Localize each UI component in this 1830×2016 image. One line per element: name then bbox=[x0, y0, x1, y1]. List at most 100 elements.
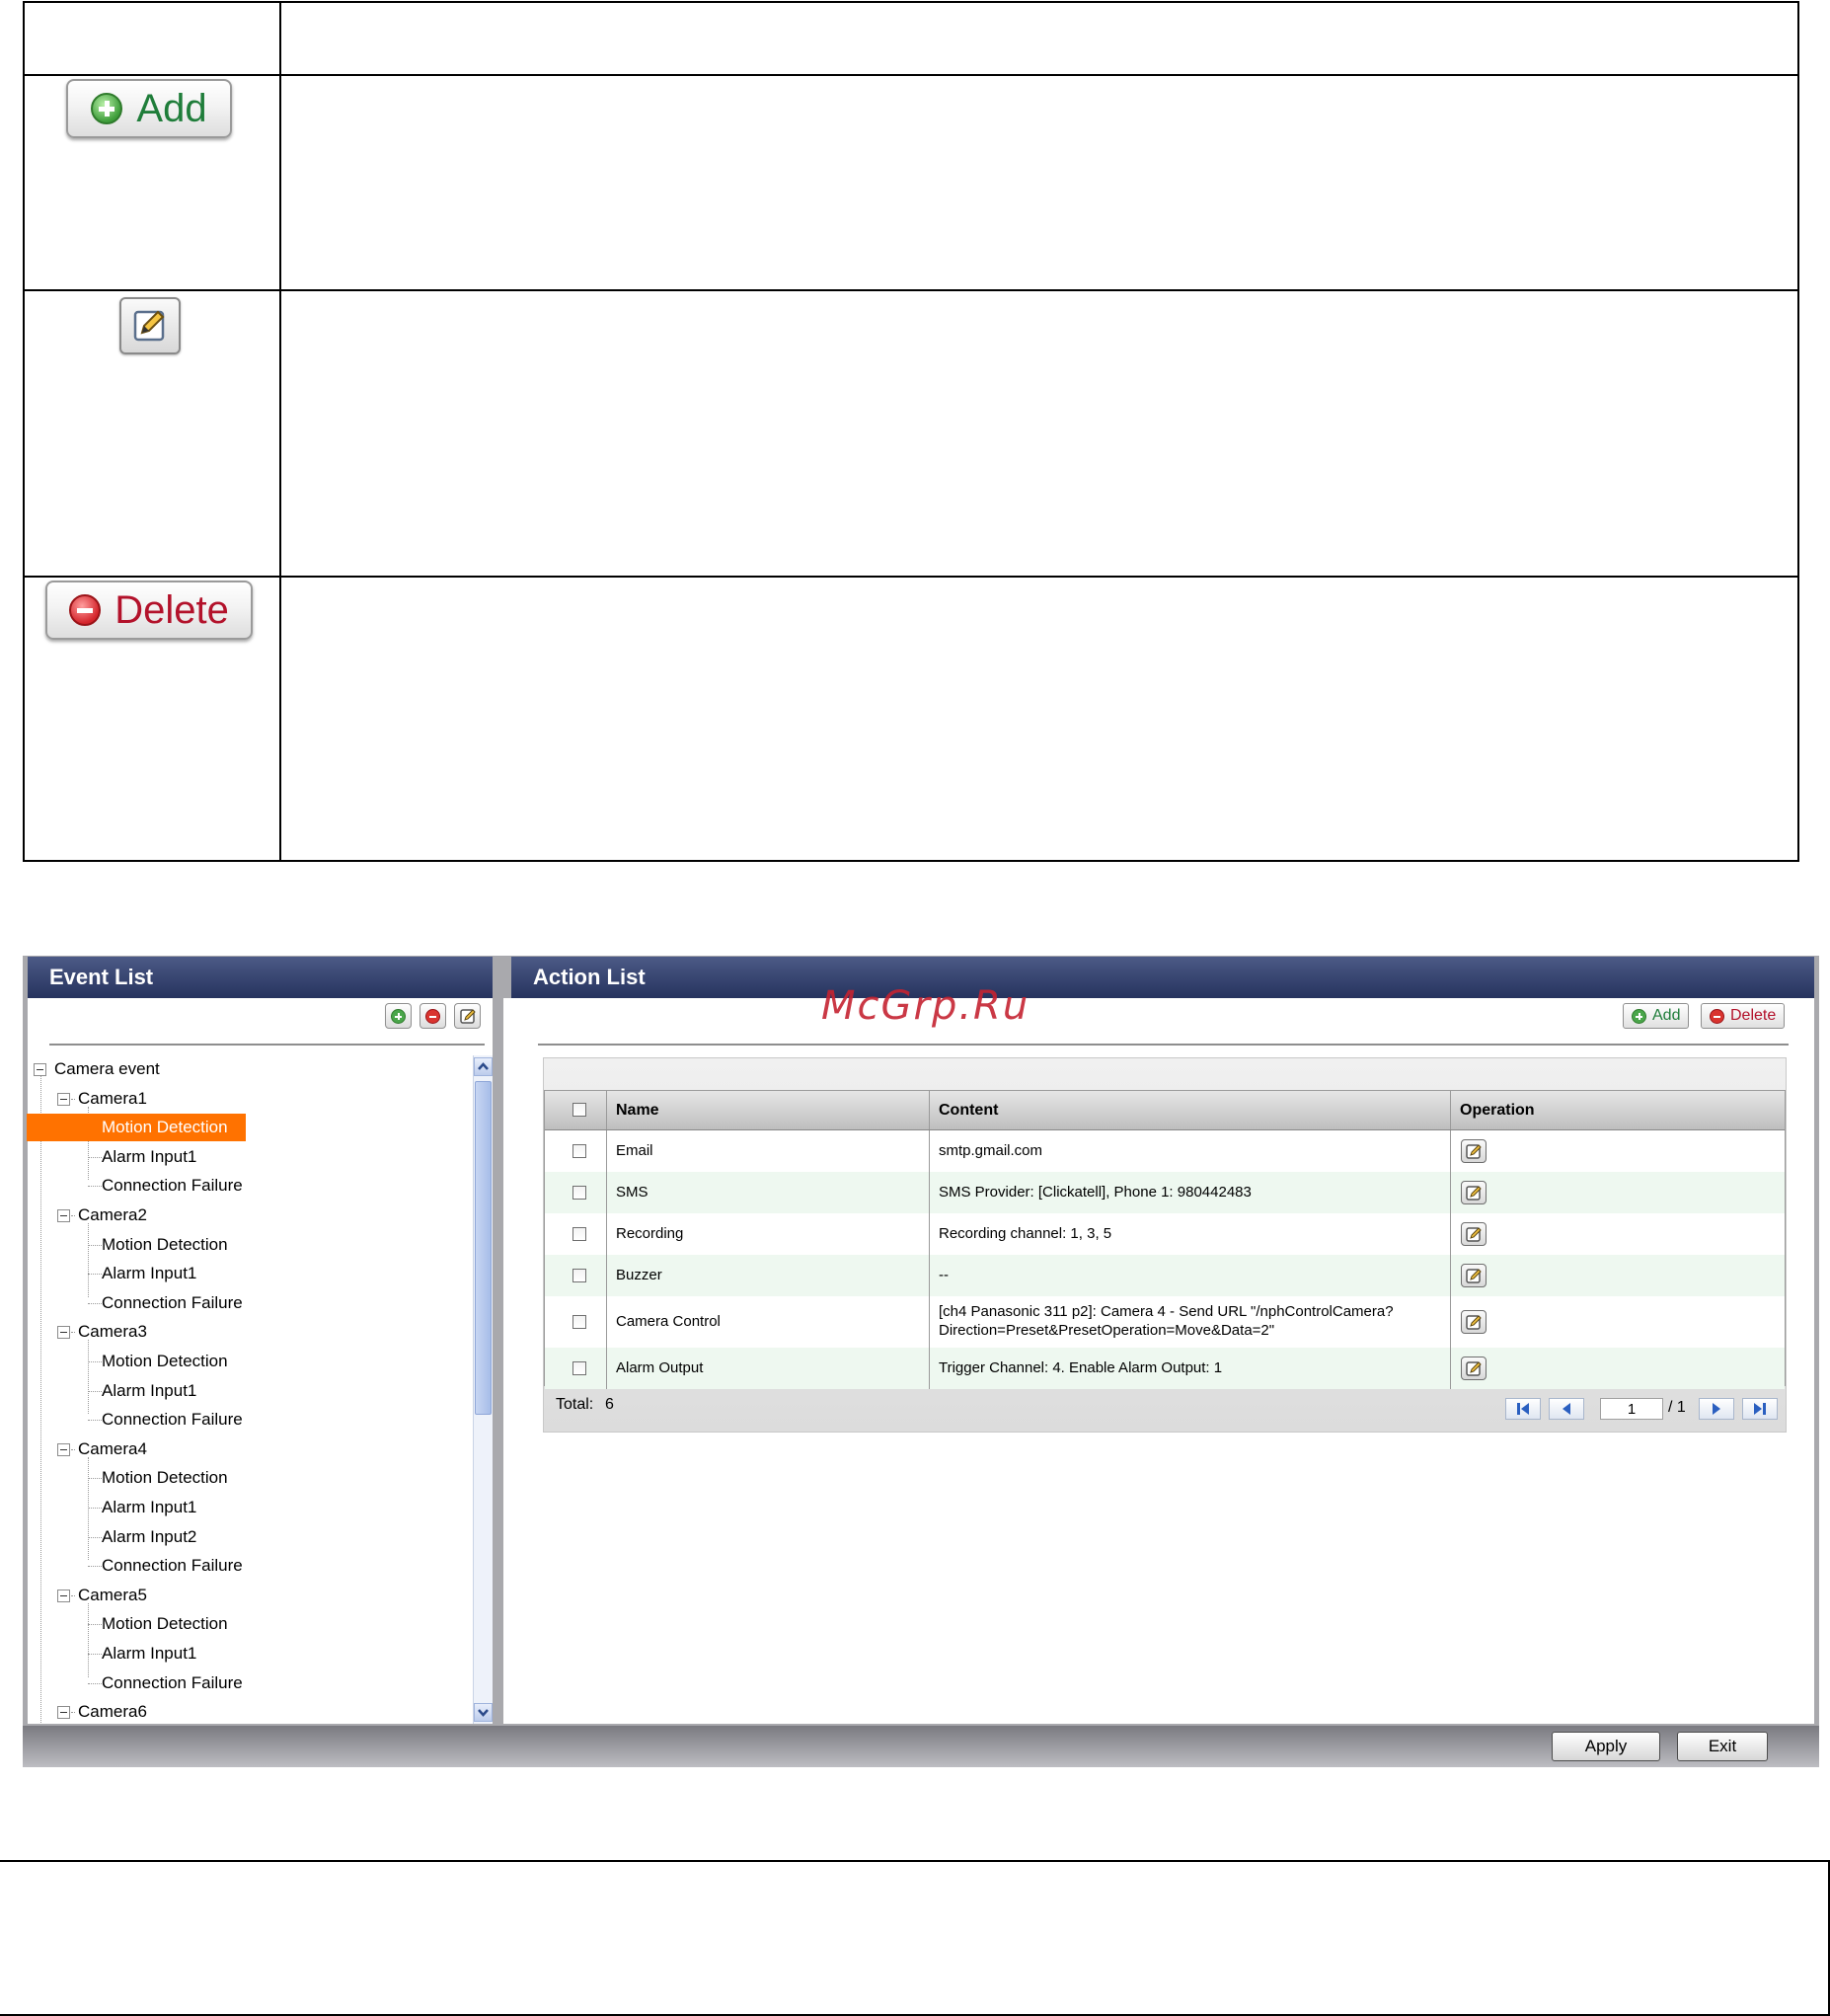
event-tree-scrollbar[interactable] bbox=[473, 1055, 493, 1724]
row-content: Recording channel: 1, 3, 5 bbox=[939, 1225, 1112, 1242]
table-row[interactable]: Email smtp.gmail.com bbox=[545, 1130, 1785, 1172]
scroll-up-button[interactable] bbox=[474, 1057, 493, 1076]
tree-leaf-event[interactable]: Alarm Input1 bbox=[27, 1377, 461, 1405]
column-divider bbox=[1450, 1130, 1451, 1172]
delete-button-label: Delete bbox=[114, 587, 229, 632]
scroll-down-button[interactable] bbox=[474, 1703, 493, 1722]
first-page-button[interactable] bbox=[1505, 1398, 1541, 1420]
minus-circle-icon bbox=[1710, 1008, 1724, 1024]
collapse-toggle-icon[interactable] bbox=[57, 1706, 70, 1720]
column-header-name[interactable]: Name bbox=[616, 1091, 659, 1130]
row-content: smtp.gmail.com bbox=[939, 1142, 1043, 1159]
plus-circle-icon bbox=[91, 93, 123, 124]
tree-node-camera[interactable]: Camera4 bbox=[27, 1435, 461, 1463]
table-row[interactable]: Camera Control [ch4 Panasonic 311 p2]: Ca… bbox=[545, 1296, 1785, 1348]
tree-node-camera[interactable]: Camera3 bbox=[27, 1318, 461, 1346]
apply-button[interactable]: Apply bbox=[1552, 1732, 1660, 1761]
event-delete-button[interactable] bbox=[419, 1003, 446, 1029]
table-row[interactable]: SMS SMS Provider: [Clickatell], Phone 1: … bbox=[545, 1172, 1785, 1213]
tree-leaf-event[interactable]: Motion Detection bbox=[27, 1464, 461, 1492]
column-divider bbox=[1450, 1213, 1451, 1255]
tree-node-camera[interactable]: Camera5 bbox=[27, 1582, 461, 1609]
tree-leaf-event[interactable]: Connection Failure bbox=[27, 1289, 461, 1317]
next-page-button[interactable] bbox=[1699, 1398, 1734, 1420]
column-divider bbox=[606, 1130, 607, 1172]
tree-leaf-event[interactable]: Connection Failure bbox=[27, 1552, 461, 1580]
scroll-thumb[interactable] bbox=[475, 1081, 492, 1415]
tree-leaf-event[interactable]: Motion Detection bbox=[27, 1231, 461, 1259]
table-row[interactable]: Buzzer -- bbox=[545, 1255, 1785, 1296]
tree-leaf-event[interactable]: Connection Failure bbox=[27, 1669, 461, 1697]
exit-button[interactable]: Exit bbox=[1677, 1732, 1768, 1761]
page-total: / 1 bbox=[1668, 1399, 1686, 1416]
plus-circle-icon bbox=[1632, 1008, 1646, 1024]
row-edit-button[interactable] bbox=[1461, 1139, 1487, 1163]
row-name: SMS bbox=[616, 1184, 648, 1201]
tree-leaf-event[interactable]: Alarm Input1 bbox=[27, 1494, 461, 1521]
delete-button-illustration: Delete bbox=[45, 581, 253, 640]
tree-item-label: Alarm Input1 bbox=[102, 1644, 197, 1663]
row-checkbox[interactable] bbox=[572, 1269, 586, 1282]
column-header-operation[interactable]: Operation bbox=[1460, 1091, 1535, 1130]
plus-circle-icon bbox=[391, 1008, 406, 1024]
page-number-input[interactable] bbox=[1600, 1398, 1663, 1420]
row-checkbox[interactable] bbox=[572, 1361, 586, 1375]
collapse-toggle-icon[interactable] bbox=[57, 1589, 70, 1602]
tree-item-label: Connection Failure bbox=[102, 1556, 243, 1576]
select-all-checkbox[interactable] bbox=[572, 1103, 586, 1117]
add-button-illustration: Add bbox=[66, 79, 232, 138]
row-checkbox[interactable] bbox=[572, 1227, 586, 1241]
tree-leaf-event[interactable]: Motion Detection bbox=[27, 1610, 461, 1638]
tree-item-label: Motion Detection bbox=[102, 1614, 228, 1634]
doc-table bbox=[23, 1, 1799, 862]
row-edit-button[interactable] bbox=[1461, 1264, 1487, 1287]
row-checkbox[interactable] bbox=[572, 1186, 586, 1200]
tree-leaf-event[interactable]: Alarm Input2 bbox=[27, 1523, 461, 1551]
collapse-toggle-icon[interactable] bbox=[57, 1326, 70, 1340]
collapse-toggle-icon[interactable] bbox=[57, 1209, 70, 1222]
event-add-button[interactable] bbox=[385, 1003, 412, 1029]
next-page-icon bbox=[1713, 1403, 1720, 1415]
tree-item-label: Camera5 bbox=[78, 1585, 147, 1604]
tree-node-camera[interactable]: Camera1 bbox=[27, 1085, 461, 1113]
collapse-toggle-icon[interactable] bbox=[34, 1063, 46, 1076]
row-edit-button[interactable] bbox=[1461, 1181, 1487, 1204]
last-page-button[interactable] bbox=[1742, 1398, 1778, 1420]
row-name: Alarm Output bbox=[616, 1359, 704, 1376]
column-divider bbox=[929, 1172, 930, 1213]
column-header-content[interactable]: Content bbox=[939, 1091, 998, 1130]
last-page-icon bbox=[1754, 1403, 1766, 1415]
row-edit-button[interactable] bbox=[1461, 1357, 1487, 1380]
tree-item-label: Alarm Input1 bbox=[102, 1380, 197, 1400]
tree-root[interactable]: Camera event bbox=[27, 1055, 461, 1083]
row-checkbox[interactable] bbox=[572, 1315, 586, 1329]
tree-node-camera[interactable]: Camera2 bbox=[27, 1202, 461, 1229]
tree-leaf-event[interactable]: Alarm Input1 bbox=[27, 1260, 461, 1287]
previous-page-button[interactable] bbox=[1549, 1398, 1584, 1420]
row-edit-button[interactable] bbox=[1461, 1310, 1487, 1334]
tree-leaf-event[interactable]: Connection Failure bbox=[27, 1406, 461, 1434]
collapse-toggle-icon[interactable] bbox=[57, 1092, 70, 1106]
action-delete-button[interactable]: Delete bbox=[1701, 1003, 1786, 1029]
table-row[interactable]: Alarm Output Trigger Channel: 4. Enable A… bbox=[545, 1348, 1785, 1389]
tree-node-camera[interactable]: Camera6 bbox=[27, 1698, 461, 1724]
row-edit-button[interactable] bbox=[1461, 1222, 1487, 1246]
row-checkbox[interactable] bbox=[572, 1144, 586, 1158]
edit-icon bbox=[1466, 1361, 1482, 1376]
watermark: McGrp.Ru bbox=[821, 983, 1030, 1029]
column-divider bbox=[1450, 1172, 1451, 1213]
event-edit-button[interactable] bbox=[454, 1003, 481, 1029]
tree-leaf-event[interactable]: Alarm Input1 bbox=[27, 1143, 461, 1171]
tree-leaf-event[interactable]: Alarm Input1 bbox=[27, 1640, 461, 1667]
edit-icon bbox=[1466, 1269, 1482, 1283]
add-button-label: Add bbox=[136, 86, 207, 130]
collapse-toggle-icon[interactable] bbox=[57, 1442, 70, 1456]
table-row[interactable]: Recording Recording channel: 1, 3, 5 bbox=[545, 1213, 1785, 1255]
tree-leaf-event[interactable]: Motion Detection bbox=[27, 1114, 461, 1142]
row-content: [ch4 Panasonic 311 p2]: Camera 4 - Send … bbox=[939, 1302, 1394, 1340]
edit-icon bbox=[1466, 1144, 1482, 1159]
action-add-button[interactable]: Add bbox=[1623, 1003, 1690, 1029]
tree-leaf-event[interactable]: Motion Detection bbox=[27, 1348, 461, 1375]
tree-leaf-event[interactable]: Connection Failure bbox=[27, 1172, 461, 1200]
table-row-divider bbox=[25, 576, 1797, 578]
